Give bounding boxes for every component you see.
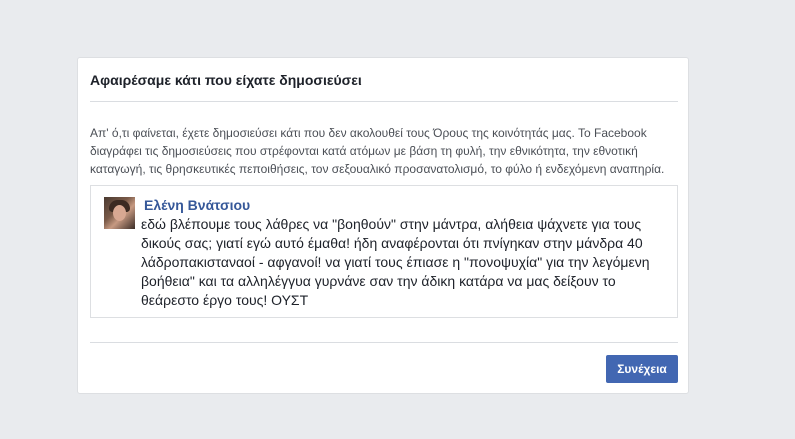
continue-button[interactable]: Συνέχεια	[606, 355, 678, 383]
dialog-message: Απ' ό,τι φαίνεται, έχετε δημοσιεύσει κάτ…	[90, 126, 665, 176]
post-author-link[interactable]: Ελένη Βνάτσιου	[144, 197, 250, 213]
post-text: εδώ βλέπουμε τους λάθρες να "βοηθούν" στ…	[141, 216, 650, 308]
avatar-face	[113, 205, 126, 221]
removed-post-preview: Ελένη Βνάτσιου εδώ βλέπουμε τους λάθρες …	[90, 185, 678, 318]
removed-post-dialog: Αφαιρέσαμε κάτι που είχατε δημοσιεύσει Α…	[77, 57, 689, 394]
dialog-title: Αφαιρέσαμε κάτι που είχατε δημοσιεύσει	[90, 72, 362, 88]
avatar[interactable]	[104, 197, 135, 229]
title-divider	[90, 101, 678, 102]
footer-divider	[90, 342, 678, 343]
